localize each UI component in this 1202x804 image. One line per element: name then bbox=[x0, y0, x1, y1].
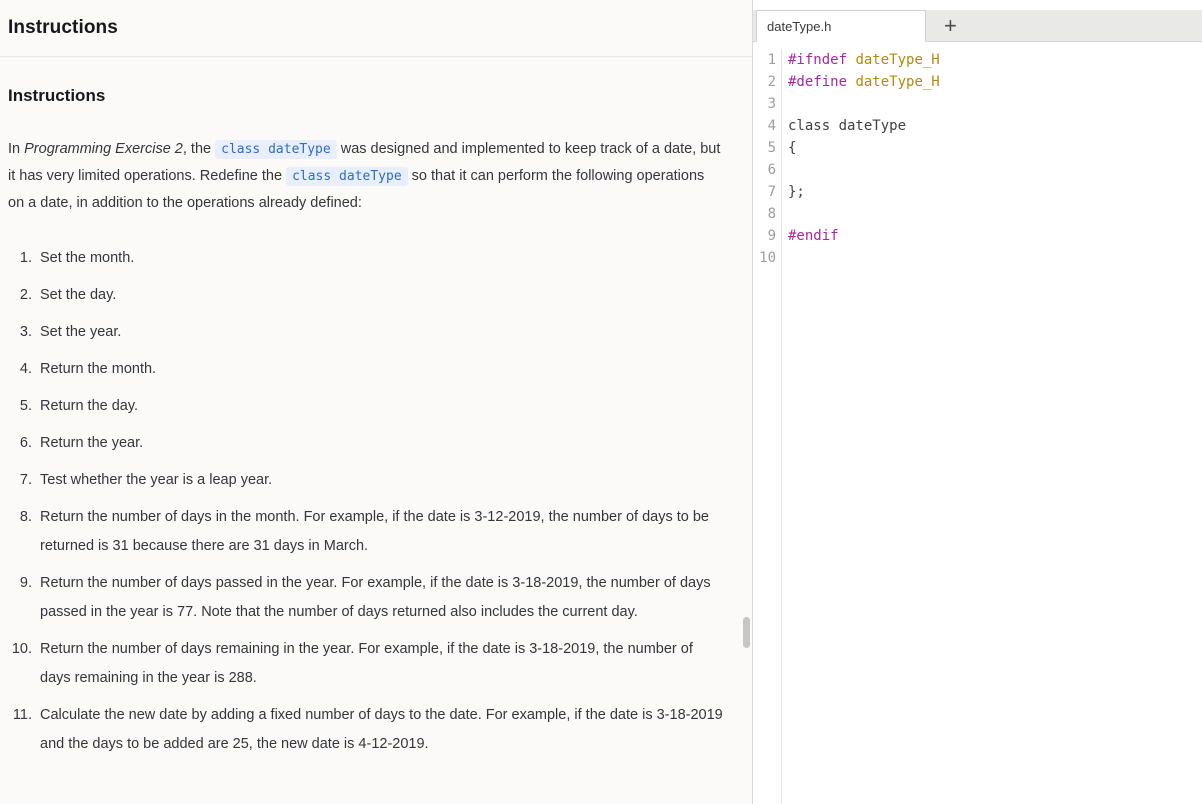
app-window: Instructions Instructions In Programming… bbox=[0, 0, 1202, 804]
tab-dateType-h[interactable]: dateType.h bbox=[756, 10, 926, 42]
instructions-header-bar: Instructions bbox=[0, 0, 752, 57]
editor-panel: dateType.h + 1 2 3 4 5 6 7 8 9 10 #ifndef dateTyp… bbox=[753, 0, 1202, 804]
list-item: Return the day. bbox=[36, 392, 724, 421]
list-item: Return the number of days in the month. … bbox=[36, 503, 724, 561]
intro-text-segment: , the bbox=[182, 141, 216, 157]
code-editor[interactable]: 1 2 3 4 5 6 7 8 9 10 #ifndef dateType_H #define da… bbox=[753, 42, 1202, 804]
line-number: 1 bbox=[767, 52, 776, 68]
list-item: Calculate the new date by adding a fixed… bbox=[36, 701, 724, 759]
code-token: { bbox=[788, 140, 797, 156]
code-lines: #ifndef dateType_H #define dateType_H cla… bbox=[782, 49, 940, 804]
code-token: class dateType bbox=[788, 118, 907, 134]
line-number: 2 bbox=[767, 74, 776, 90]
code-line: class dateType bbox=[788, 115, 940, 137]
instructions-content: Instructions In Programming Exercise 2, … bbox=[0, 57, 752, 787]
intro-text-segment: In bbox=[8, 141, 25, 157]
code-token: #define bbox=[788, 74, 848, 90]
list-item: Set the day. bbox=[36, 281, 724, 310]
line-number: 3 bbox=[767, 96, 776, 112]
section-title: Instructions bbox=[8, 86, 106, 105]
code-token: #endif bbox=[788, 228, 839, 244]
line-number: 9 bbox=[767, 228, 776, 244]
inline-code: class dateType bbox=[215, 140, 337, 159]
list-item: Return the month. bbox=[36, 355, 724, 384]
code-line: #endif bbox=[788, 225, 940, 247]
instructions-panel: Instructions Instructions In Programming… bbox=[0, 0, 753, 804]
code-line: #ifndef dateType_H bbox=[788, 49, 940, 71]
editor-tab-bar: dateType.h + bbox=[753, 10, 1202, 42]
tab-strip-spacer bbox=[753, 0, 1202, 10]
code-line: #define dateType_H bbox=[788, 71, 940, 93]
list-item: Set the month. bbox=[36, 244, 724, 273]
list-item: Return the number of days remaining in t… bbox=[36, 635, 724, 693]
scrollbar-thumb[interactable] bbox=[743, 617, 750, 648]
intro-text-segment: Programming Exercise 2 bbox=[24, 141, 183, 157]
code-token: }; bbox=[788, 184, 805, 200]
code-line: }; bbox=[788, 181, 940, 203]
list-item: Test whether the year is a leap year. bbox=[36, 466, 724, 495]
inline-code: class dateType bbox=[286, 167, 408, 186]
line-number: 8 bbox=[767, 206, 776, 222]
list-item: Return the number of days passed in the … bbox=[36, 569, 724, 627]
intro-paragraph: In Programming Exercise 2, the class dat… bbox=[8, 136, 724, 216]
line-number: 5 bbox=[767, 140, 776, 156]
list-item: Set the year. bbox=[36, 318, 724, 347]
code-token: #ifndef bbox=[788, 52, 848, 68]
new-tab-button[interactable]: + bbox=[940, 15, 961, 37]
code-line: { bbox=[788, 137, 940, 159]
code-token: dateType_H bbox=[855, 74, 940, 90]
list-item: Return the year. bbox=[36, 429, 724, 458]
code-token: dateType_H bbox=[855, 52, 940, 68]
line-number: 7 bbox=[767, 184, 776, 200]
instruction-list: Set the month. Set the day. Set the year. R… bbox=[8, 244, 724, 759]
line-number: 4 bbox=[767, 118, 776, 134]
line-number: 6 bbox=[767, 162, 776, 178]
line-number: 10 bbox=[759, 250, 776, 266]
gutter: 1 2 3 4 5 6 7 8 9 10 bbox=[753, 49, 782, 804]
panel-title: Instructions bbox=[8, 17, 118, 38]
tab-label: dateType.h bbox=[767, 18, 832, 34]
